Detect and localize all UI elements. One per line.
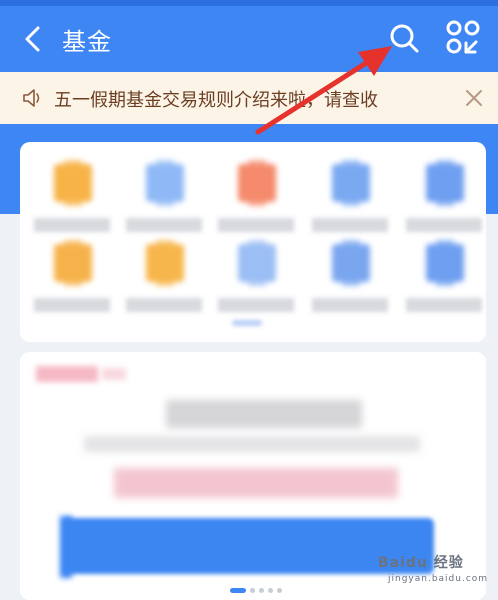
notice-bar[interactable]: 五一假期基金交易规则介绍来啦，请查收 [0,72,498,124]
grid-entry[interactable] [124,156,204,246]
carousel-dots [230,588,290,594]
scan-icon[interactable] [446,20,480,54]
promo-highlight [114,468,398,498]
status-edge [0,0,498,6]
promo-subtitle [84,436,420,452]
speaker-icon [23,89,40,107]
promo-tag [36,366,98,382]
chevron-left-icon[interactable] [20,24,46,54]
watermark-brand: Baidu 经验 [378,555,464,571]
carousel-dot [277,588,282,593]
carousel-dot [268,588,273,593]
grid-entry[interactable] [124,236,204,326]
grid-entry[interactable] [404,236,484,326]
entry-icon [54,160,92,206]
entry-icon [426,240,464,286]
grid-entry[interactable] [32,236,112,326]
promo-headline [166,400,362,428]
carousel-dot-active [230,588,246,593]
entry-label [218,298,294,312]
grid-entry[interactable] [32,156,112,246]
entry-label [406,298,482,312]
entry-icon [238,160,276,206]
grid-page-indicator [232,320,262,326]
promo-tag-extra [102,368,126,380]
grid-entry[interactable] [216,236,296,326]
carousel-dot [259,588,264,593]
entry-label [34,298,110,312]
entry-icon [332,240,370,286]
entry-label [126,218,202,232]
entry-icon [332,160,370,206]
entry-label [406,218,482,232]
entry-icon [238,240,276,286]
entry-label [312,218,388,232]
grid-entry[interactable] [216,156,296,246]
entry-label [126,298,202,312]
entry-icon [54,240,92,286]
entry-label [312,298,388,312]
notice-text[interactable]: 五一假期基金交易规则介绍来啦，请查收 [54,86,378,112]
grid-entry[interactable] [310,236,390,326]
entry-label [218,218,294,232]
search-icon[interactable] [388,22,420,54]
carousel-dot [250,588,255,593]
grid-entry[interactable] [404,156,484,246]
entry-icon [426,160,464,206]
close-icon[interactable] [462,86,486,110]
watermark-logo: Baidu 经验 jingyan.baidu.com [378,552,487,584]
entry-grid-card [20,142,486,342]
grid-entry[interactable] [310,156,390,246]
page-title: 基金 [62,28,112,56]
entry-icon [146,160,184,206]
entry-label [34,218,110,232]
watermark-url: jingyan.baidu.com [388,574,489,584]
header-bar: 基金 [0,0,498,72]
entry-icon [146,240,184,286]
